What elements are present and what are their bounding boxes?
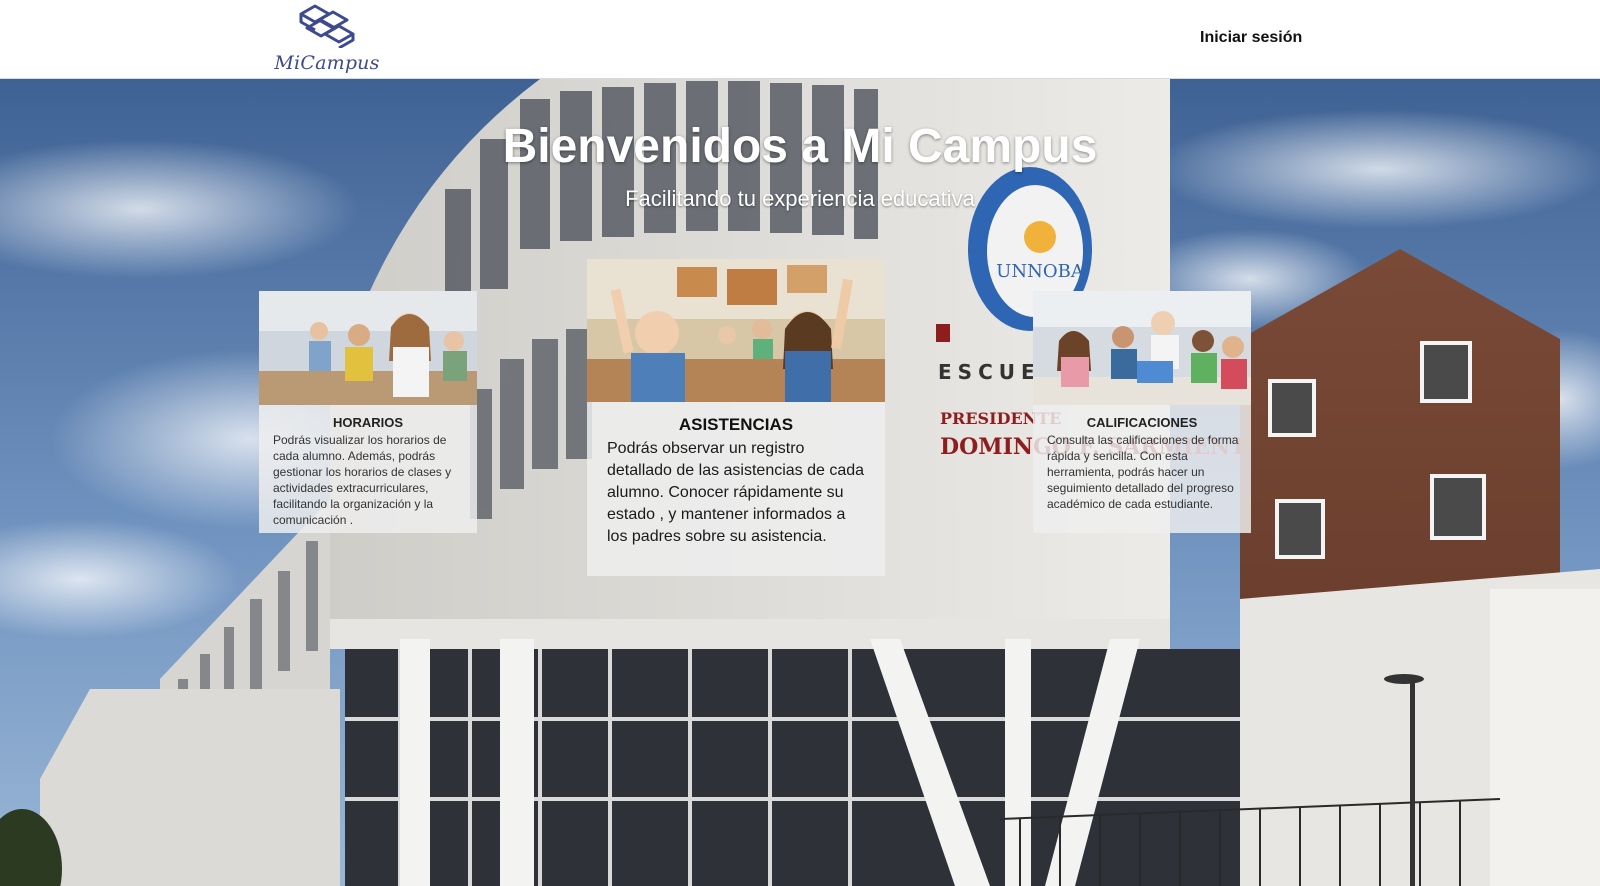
card-title: CALIFICACIONES	[1086, 415, 1198, 430]
micampus-logo[interactable]: MiCampus	[272, 2, 382, 76]
students-raising-hands-photo	[587, 259, 885, 402]
classroom-photo	[259, 291, 477, 405]
login-link[interactable]: Iniciar sesión	[1200, 29, 1302, 47]
logo-text: MiCampus	[274, 52, 380, 74]
hero-title: Bienvenidos a Mi Campus	[502, 120, 1098, 173]
cube-logo-icon	[299, 4, 355, 48]
card-description: Podrás visualizar los horarios de cada a…	[273, 433, 452, 527]
card-description: Consulta las calificaciones de forma ráp…	[1047, 433, 1239, 511]
card-title: HORARIOS	[332, 415, 404, 430]
svg-text:UNNOBA: UNNOBA	[996, 261, 1085, 282]
card-title: ASISTENCIAS	[678, 415, 794, 434]
hero-section: UNNOBA ESCUELA SECUNDARIA PRESIDENTE DOM…	[0, 79, 1600, 886]
card-description: Podrás observar un registro detallado de…	[607, 440, 865, 545]
students-laptop-photo	[1033, 291, 1251, 405]
card-horarios[interactable]: HORARIOS Podrás visualizar los horarios …	[259, 291, 477, 533]
top-nav-bar: MiCampus Iniciar sesión	[0, 0, 1600, 79]
card-calificaciones[interactable]: CALIFICACIONES Consulta las calificacion…	[1033, 291, 1251, 533]
card-asistencias[interactable]: ASISTENCIAS Podrás observar un registro …	[587, 259, 885, 576]
hero-subtitle: Facilitando tu experiencia educativa	[625, 186, 975, 211]
